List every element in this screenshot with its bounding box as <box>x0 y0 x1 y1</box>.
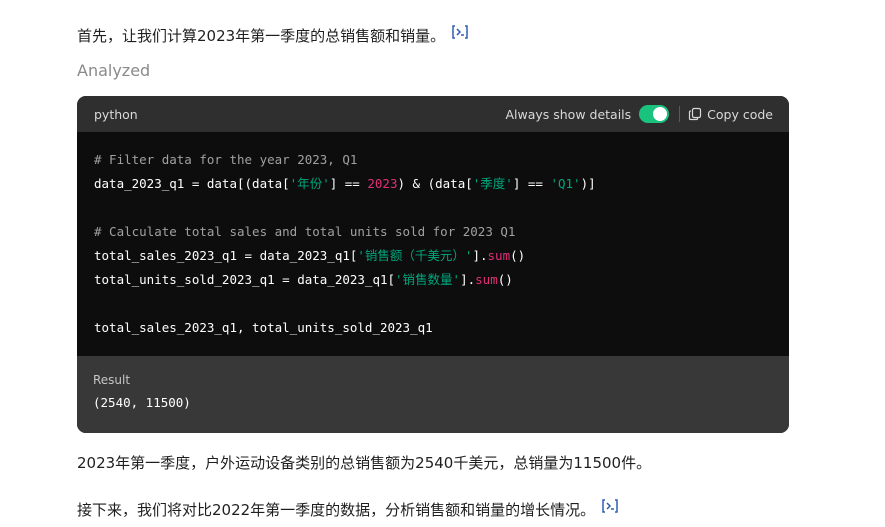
result-section: Result (2540, 11500) <box>77 356 789 433</box>
code-language-label: python <box>94 106 138 122</box>
code-line: # Calculate total sales and total units … <box>94 220 772 244</box>
toggle-knob <box>653 107 668 121</box>
code-token-plain: () <box>510 248 526 263</box>
intro-paragraph: 首先，让我们计算2023年第一季度的总销售额和销量。 <box>77 25 469 47</box>
always-show-details-label: Always show details <box>505 106 632 122</box>
code-card-actions: Always show details Copy code <box>505 105 773 123</box>
code-execution-card: python Always show details Copy code # F… <box>77 96 789 433</box>
analyzed-label[interactable]: Analyzed <box>77 61 150 80</box>
copy-code-label: Copy code <box>707 106 773 122</box>
summary-text: 2023年第一季度，户外运动设备类别的总销售额为2540千美元，总销量为1150… <box>77 454 652 472</box>
code-token-plain: () <box>497 272 513 287</box>
header-divider <box>679 106 681 122</box>
code-token-str: 'Q1' <box>550 176 581 191</box>
code-token-comment: # Filter data for the year 2023, Q1 <box>94 152 358 167</box>
result-label: Result <box>93 373 131 387</box>
code-token-plain: data_2023_q1 = data[(data[ <box>94 176 290 191</box>
code-token-comment: # Calculate total sales and total units … <box>94 224 516 239</box>
copy-code-button[interactable]: Copy code <box>688 107 773 122</box>
code-token-str: '销售数量' <box>395 272 461 287</box>
code-line: data_2023_q1 = data[(data['年份'] == 2023)… <box>94 172 772 196</box>
code-token-plain: ]. <box>460 272 476 287</box>
code-token-plain: total_sales_2023_q1, total_units_sold_20… <box>94 320 433 335</box>
next-step-text: 接下来，我们将对比2022年第一季度的数据，分析销售额和销量的增长情况。 <box>77 501 596 519</box>
code-body[interactable]: # Filter data for the year 2023, Q1 data_… <box>77 132 789 356</box>
code-token-str: '销售额（千美元）' <box>357 248 473 263</box>
code-token-plain: )] <box>580 176 596 191</box>
code-token-plain: ]. <box>472 248 488 263</box>
code-token-plain: ] == <box>329 176 368 191</box>
intro-text: 首先，让我们计算2023年第一季度的总销售额和销量。 <box>77 27 446 45</box>
code-token-fn: sum <box>475 272 498 287</box>
code-token-plain: ) & (data[ <box>397 176 473 191</box>
always-show-details-toggle[interactable] <box>639 105 670 123</box>
code-line: total_sales_2023_q1 = data_2023_q1['销售额（… <box>94 244 772 268</box>
code-card-header: python Always show details Copy code <box>77 96 789 132</box>
code-token-num: 2023 <box>367 176 398 191</box>
code-line: total_sales_2023_q1, total_units_sold_20… <box>94 316 772 340</box>
code-token-fn: sum <box>487 248 511 263</box>
result-value: (2540, 11500) <box>93 395 191 410</box>
code-token-str: '年份' <box>289 176 330 191</box>
next-step-paragraph: 接下来，我们将对比2022年第一季度的数据，分析销售额和销量的增长情况。 <box>77 499 619 521</box>
code-line: total_units_sold_2023_q1 = data_2023_q1[… <box>94 268 772 292</box>
summary-paragraph: 2023年第一季度，户外运动设备类别的总销售额为2540千美元，总销量为1150… <box>77 452 651 474</box>
chat-page: 首先，让我们计算2023年第一季度的总销售额和销量。 Analyzed pyth… <box>0 0 885 527</box>
citation-icon[interactable] <box>451 24 469 46</box>
copy-icon <box>689 107 702 121</box>
code-token-str: '季度' <box>472 176 513 191</box>
code-line: # Filter data for the year 2023, Q1 <box>94 148 772 172</box>
code-token-plain: ] == <box>512 176 551 191</box>
citation-icon[interactable] <box>601 498 619 520</box>
code-token-plain: total_sales_2023_q1 = data_2023_q1[ <box>94 248 358 263</box>
code-token-plain: total_units_sold_2023_q1 = data_2023_q1[ <box>94 272 396 287</box>
